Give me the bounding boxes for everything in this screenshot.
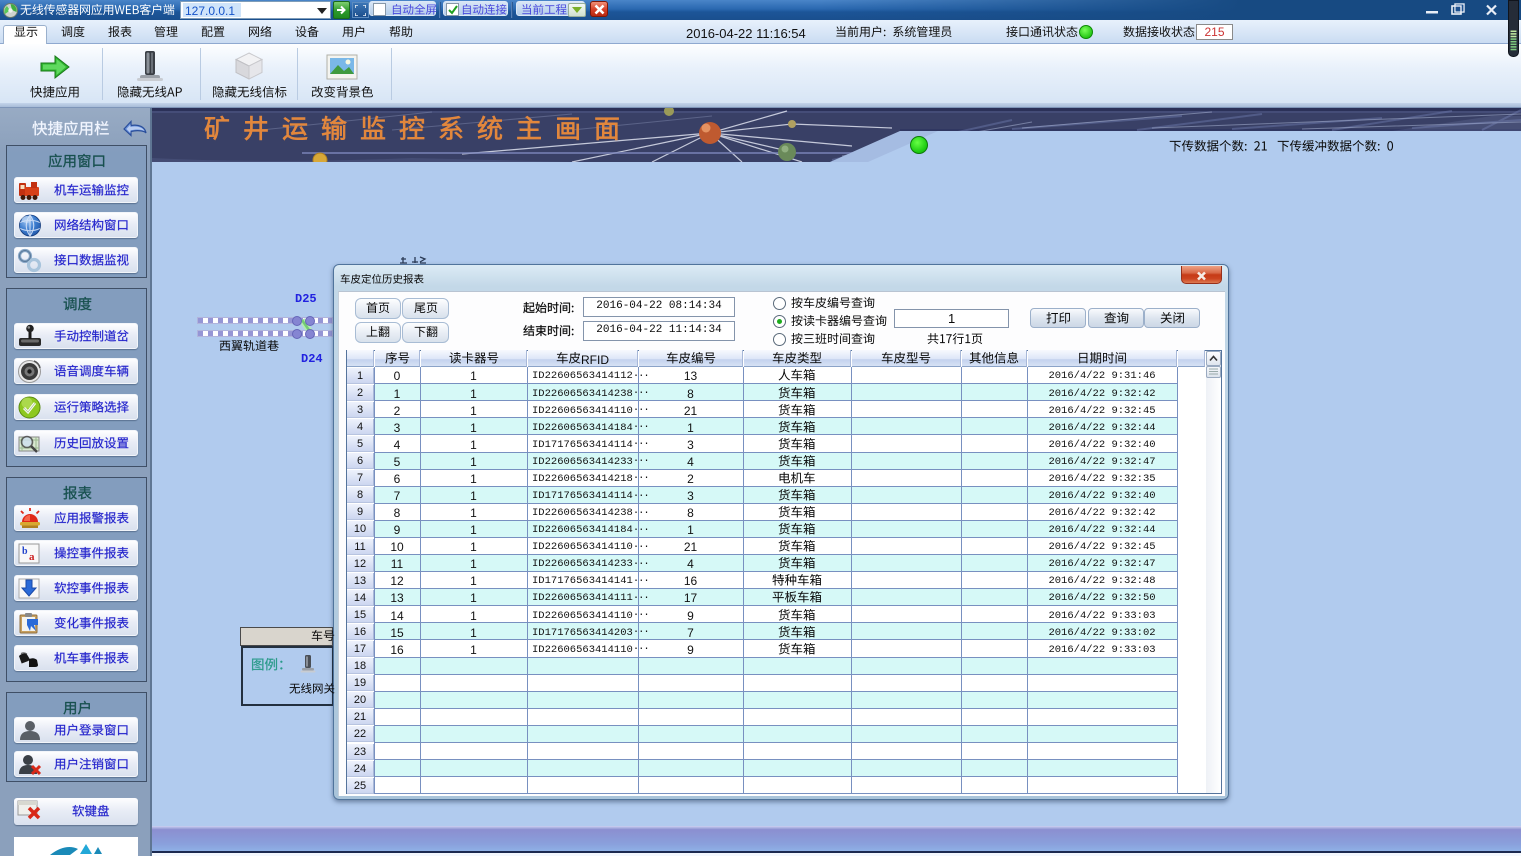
svg-text:b: b bbox=[22, 546, 28, 557]
svg-text:a: a bbox=[29, 551, 35, 563]
